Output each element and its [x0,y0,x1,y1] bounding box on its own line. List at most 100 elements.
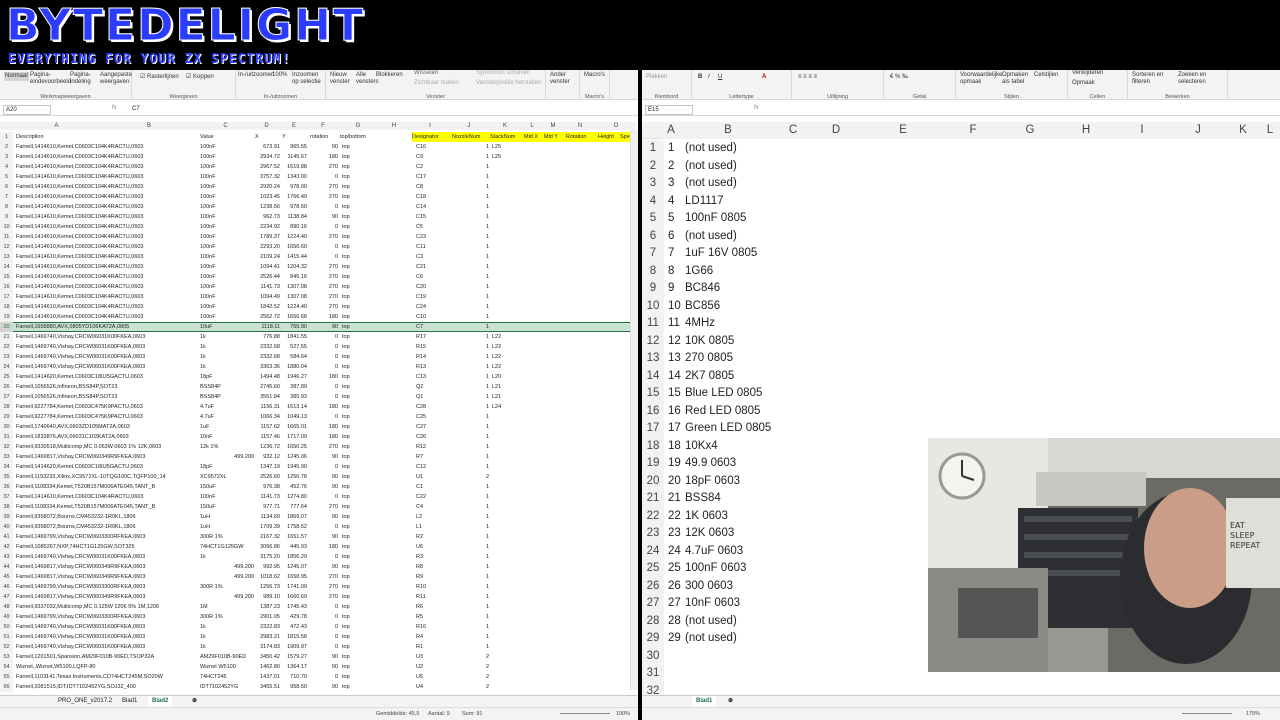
table-cell[interactable]: top [342,472,372,482]
column-header[interactable]: D [253,122,280,130]
table-cell[interactable]: 1 [472,232,489,242]
table-cell[interactable]: 1815.58 [282,632,307,642]
table-cell[interactable]: U5 [416,672,446,682]
table-cell[interactable]: 0 [310,362,338,372]
table-cell[interactable]: 1 [472,502,489,512]
table-cell[interactable]: R16 [416,622,446,632]
table-cell[interactable] [685,665,885,683]
table-cell[interactable] [492,202,512,212]
table-cell[interactable]: C1 [416,482,446,492]
table-cell[interactable]: 2 [472,662,489,672]
table-cell[interactable]: 21 [668,490,684,508]
table-cell[interactable]: 1 [472,382,489,392]
table-cell[interactable]: top [342,362,372,372]
table-cell[interactable]: 499.200 [200,572,254,582]
row-header[interactable]: 18 [0,302,13,312]
table-cell[interactable]: 100nF [200,182,254,192]
table-cell[interactable]: 2332.68 [255,352,280,362]
table-cell[interactable]: top [342,442,372,452]
row-header[interactable]: 42 [0,542,13,552]
column-header[interactable]: E [280,122,308,130]
format-as-table-button[interactable]: Opmaken als tabel [1002,72,1030,86]
table-cell[interactable]: 1 [472,432,489,442]
table-cell[interactable]: 100nF [200,302,254,312]
gridlines-checkbox[interactable]: ☑ Rasterlijnen [140,74,179,81]
table-cell[interactable]: 1579.27 [282,652,307,662]
table-cell[interactable]: C22 [416,492,446,502]
table-cell[interactable]: XC9572XL [200,472,254,482]
table-cell[interactable]: top [342,312,372,322]
table-cell[interactable]: 3363.36 [255,362,280,372]
table-cell[interactable]: top [342,372,372,382]
table-cell[interactable]: Farnell,9227784,Kemet,C0603C475K9PACTU,0… [16,412,200,422]
table-cell[interactable]: 3757.32 [255,172,280,182]
row-header[interactable]: 30 [0,422,13,432]
table-cell[interactable]: C15 [416,212,446,222]
row-header[interactable]: 10 [642,297,664,315]
table-cell[interactable]: 270 [310,502,338,512]
table-cell[interactable]: L25 [492,142,512,152]
header-cell[interactable]: NozzleNum [452,132,490,142]
header-cell[interactable]: Rotation [566,132,598,142]
table-cell[interactable]: 3 [668,175,684,193]
table-cell[interactable]: Farnell,1469817,Vishay,CRCW060349R9FKEA,… [16,452,200,462]
table-cell[interactable]: top [342,152,372,162]
table-cell[interactable]: 1 [472,312,489,322]
table-cell[interactable]: 0 [310,242,338,252]
table-cell[interactable]: top [342,492,372,502]
table-cell[interactable]: Farnell,1833876,AVX,06031C103KAT2A,0603 [16,432,200,442]
table-cell[interactable]: Farnell,9227784,Kemet,C0603C475K9PACTU,0… [16,402,200,412]
table-cell[interactable]: L20 [492,372,512,382]
column-header[interactable]: G [338,122,378,130]
table-cell[interactable]: C18 [416,192,446,202]
row-header[interactable]: 50 [0,622,13,632]
row-header[interactable]: 26 [0,382,13,392]
header-cell[interactable]: StackNum [490,132,524,142]
table-cell[interactable]: Farnell,1469740,Vishay,CRCW06031K00FKEA,… [16,352,200,362]
row-header[interactable]: 37 [0,492,13,502]
row-header[interactable]: 40 [0,522,13,532]
table-cell[interactable]: top [342,272,372,282]
table-cell[interactable]: (not used) [685,630,885,648]
table-cell[interactable]: 1 [472,422,489,432]
row-header[interactable]: 4 [0,162,13,172]
table-cell[interactable]: Wiznet W5100 [200,662,254,672]
table-cell[interactable]: 90 [310,322,338,332]
table-cell[interactable]: 2 [472,682,489,692]
table-cell[interactable]: 1 [472,442,489,452]
table-cell[interactable]: 1437.01 [255,672,280,682]
table-cell[interactable]: R5 [416,612,446,622]
table-cell[interactable]: C21 [416,262,446,272]
table-cell[interactable] [492,422,512,432]
table-cell[interactable]: 1 [472,192,489,202]
table-cell[interactable]: 2 [472,652,489,662]
row-header[interactable]: 20 [0,322,13,332]
table-cell[interactable]: 100nF [200,242,254,252]
header-cell[interactable]: Value [200,132,214,142]
table-cell[interactable]: 300R 1% [200,532,254,542]
row-header[interactable]: 5 [0,172,13,182]
table-cell[interactable]: 3450.42 [255,652,280,662]
row-header[interactable]: 7 [0,192,13,202]
table-cell[interactable]: 9 [668,280,684,298]
table-cell[interactable]: 4 [668,193,684,211]
table-cell[interactable]: 965.55 [282,142,307,152]
table-cell[interactable] [492,192,512,202]
table-cell[interactable]: Farnell,1414610,Kemet,C0603C104K4RACTU,0… [16,152,200,162]
table-cell[interactable]: 270 [310,572,338,582]
row-header[interactable]: 29 [0,412,13,422]
table-cell[interactable]: 1uF 16V 0805 [685,245,885,263]
header-cell[interactable]: Mid X [524,132,544,142]
sheet-tab[interactable]: Blad1 [118,696,141,707]
table-cell[interactable]: 976.38 [255,482,280,492]
table-cell[interactable]: 1118.11 [255,322,280,332]
table-cell[interactable]: C25 [416,412,446,422]
table-cell[interactable]: 0 [310,552,338,562]
table-cell[interactable]: 1157.62 [255,422,280,432]
table-cell[interactable]: 1 [472,242,489,252]
table-cell[interactable]: Farnell,1414610,Kemet,C0603C104K4RACTU,0… [16,272,200,282]
table-cell[interactable]: (not used) [685,228,885,246]
table-cell[interactable]: 100nF [200,222,254,232]
table-cell[interactable]: 26 [668,578,684,596]
table-cell[interactable]: 1 [472,552,489,562]
